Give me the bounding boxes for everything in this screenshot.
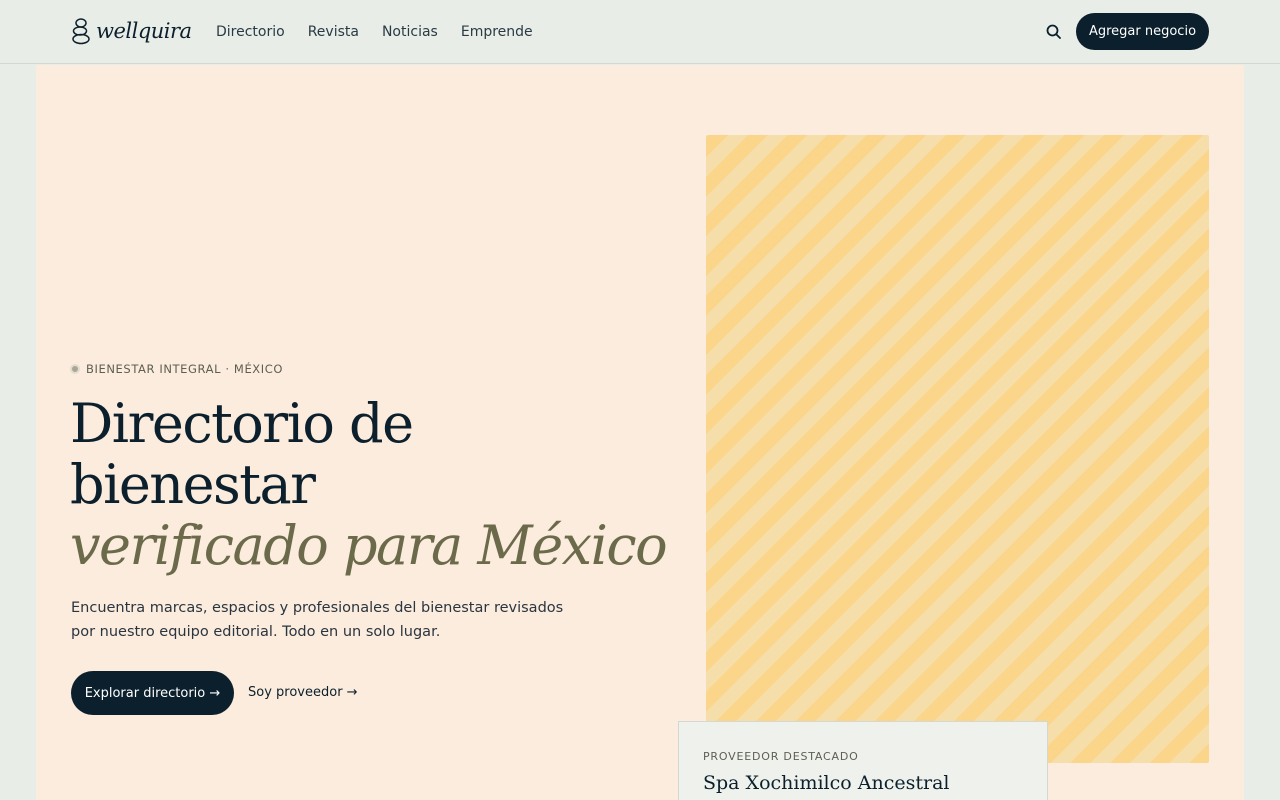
logo-text: wellquira [96,19,192,43]
add-business-button[interactable]: Agregar negocio [1076,13,1209,50]
logo-mark-icon [72,18,90,45]
headline-line-2: bienestar [70,453,316,516]
nav-item-revista[interactable]: Revista [308,22,359,42]
site-header: wellquira Directorio Revista Noticias Em… [0,0,1280,64]
dot-icon [70,364,80,374]
provider-link[interactable]: Soy proveedor → [248,683,358,703]
logo[interactable]: wellquira [70,17,192,45]
headline-accent: verificado para México [70,514,668,577]
headline-line-1: Directorio de [70,392,414,455]
hero-section: BIENESTAR INTEGRAL · MÉXICO Directorio d… [36,65,1244,800]
hero-subtext: Encuentra marcas, espacios y profesional… [71,600,564,640]
search-icon [1046,24,1061,39]
nav-item-directorio[interactable]: Directorio [216,22,285,42]
nav-item-noticias[interactable]: Noticias [382,22,438,42]
featured-label: PROVEEDOR DESTACADO [703,750,859,763]
page-title: Directorio de bienestar verificado para … [70,393,690,576]
search-button[interactable] [1044,22,1064,42]
hero-image-placeholder [706,135,1209,763]
nav-item-emprende[interactable]: Emprende [461,22,533,42]
main-nav: Directorio Revista Noticias Emprende [216,22,533,42]
explore-directory-button[interactable]: Explorar directorio → [71,671,234,715]
featured-provider-card[interactable]: PROVEEDOR DESTACADO Spa Xochimilco Ances… [678,721,1048,800]
eyebrow-text: BIENESTAR INTEGRAL · MÉXICO [86,362,284,376]
featured-provider-name: Spa Xochimilco Ancestral [703,772,950,794]
hero-eyebrow: BIENESTAR INTEGRAL · MÉXICO [70,362,283,376]
